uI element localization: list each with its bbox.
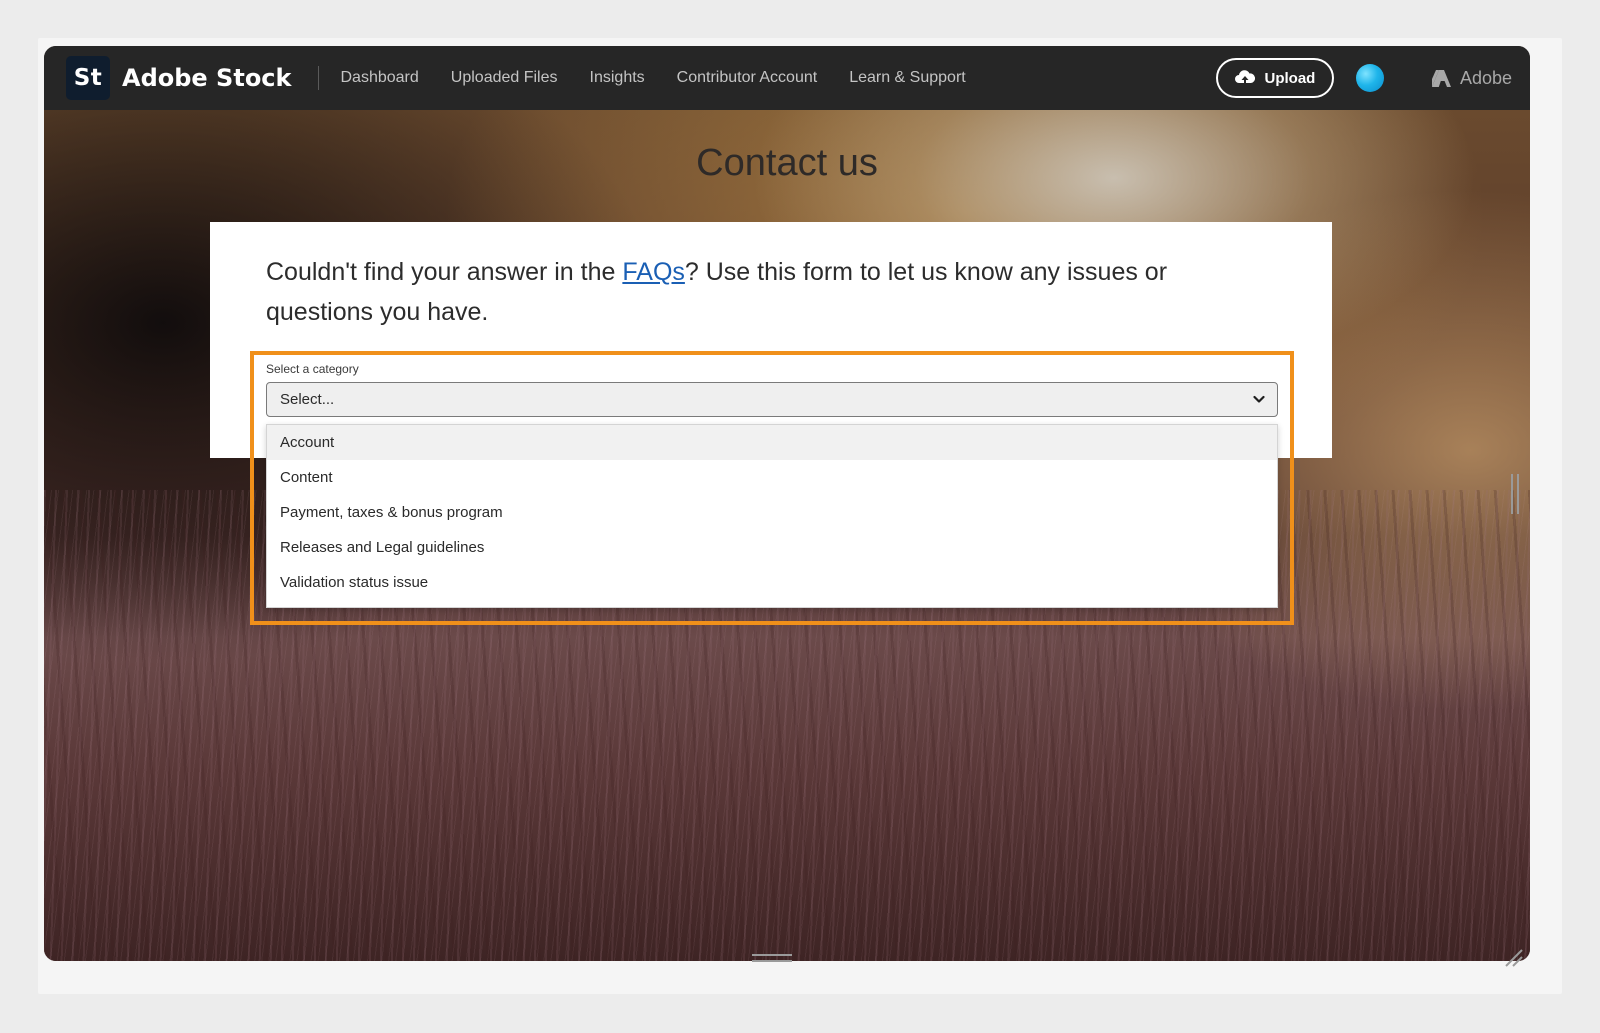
option-releases-legal[interactable]: Releases and Legal guidelines xyxy=(267,530,1277,565)
category-select[interactable]: Select... xyxy=(266,382,1278,417)
brand-divider xyxy=(317,66,319,90)
option-content[interactable]: Content xyxy=(267,460,1277,495)
adobe-stock-logo[interactable]: St xyxy=(66,56,110,100)
intro-text: Couldn't find your answer in the FAQs? U… xyxy=(266,252,1276,332)
browser-viewport: St Adobe Stock Dashboard Uploaded Files … xyxy=(44,46,1530,961)
nav-dashboard[interactable]: Dashboard xyxy=(341,69,419,87)
intro-text-before: Couldn't find your answer in the xyxy=(266,258,623,286)
cloud-upload-icon xyxy=(1234,70,1255,85)
brand-name[interactable]: Adobe Stock xyxy=(122,64,292,92)
category-label: Select a category xyxy=(266,362,359,376)
adobe-link[interactable]: Adobe xyxy=(1431,67,1512,89)
bottom-resize-handle[interactable] xyxy=(752,954,792,962)
resize-grip-icon[interactable] xyxy=(1502,946,1526,970)
option-validation-status[interactable]: Validation status issue xyxy=(267,565,1277,600)
user-avatar[interactable] xyxy=(1355,64,1384,92)
nav-contributor-account[interactable]: Contributor Account xyxy=(677,69,818,87)
side-resize-handle[interactable] xyxy=(1511,474,1519,514)
nav-uploaded-files[interactable]: Uploaded Files xyxy=(451,69,558,87)
option-account[interactable]: Account xyxy=(267,425,1277,460)
main-nav: Dashboard Uploaded Files Insights Contri… xyxy=(341,69,998,87)
header-actions: Upload Adobe xyxy=(1215,46,1530,110)
top-navigation-bar: St Adobe Stock Dashboard Uploaded Files … xyxy=(44,46,1530,110)
category-select-value: Select... xyxy=(280,391,335,408)
adobe-logo-icon xyxy=(1431,69,1451,87)
chevron-down-icon xyxy=(1253,395,1265,403)
nav-insights[interactable]: Insights xyxy=(590,69,645,87)
option-payment-taxes-bonus[interactable]: Payment, taxes & bonus program xyxy=(267,495,1277,530)
upload-button[interactable]: Upload xyxy=(1215,58,1334,98)
upload-button-label: Upload xyxy=(1264,69,1316,87)
adobe-label: Adobe xyxy=(1459,67,1512,88)
page-title: Contact us xyxy=(696,142,878,184)
category-dropdown-list: Account Content Payment, taxes & bonus p… xyxy=(266,424,1278,608)
faq-link[interactable]: FAQs xyxy=(622,258,685,286)
nav-learn-support[interactable]: Learn & Support xyxy=(849,69,966,87)
